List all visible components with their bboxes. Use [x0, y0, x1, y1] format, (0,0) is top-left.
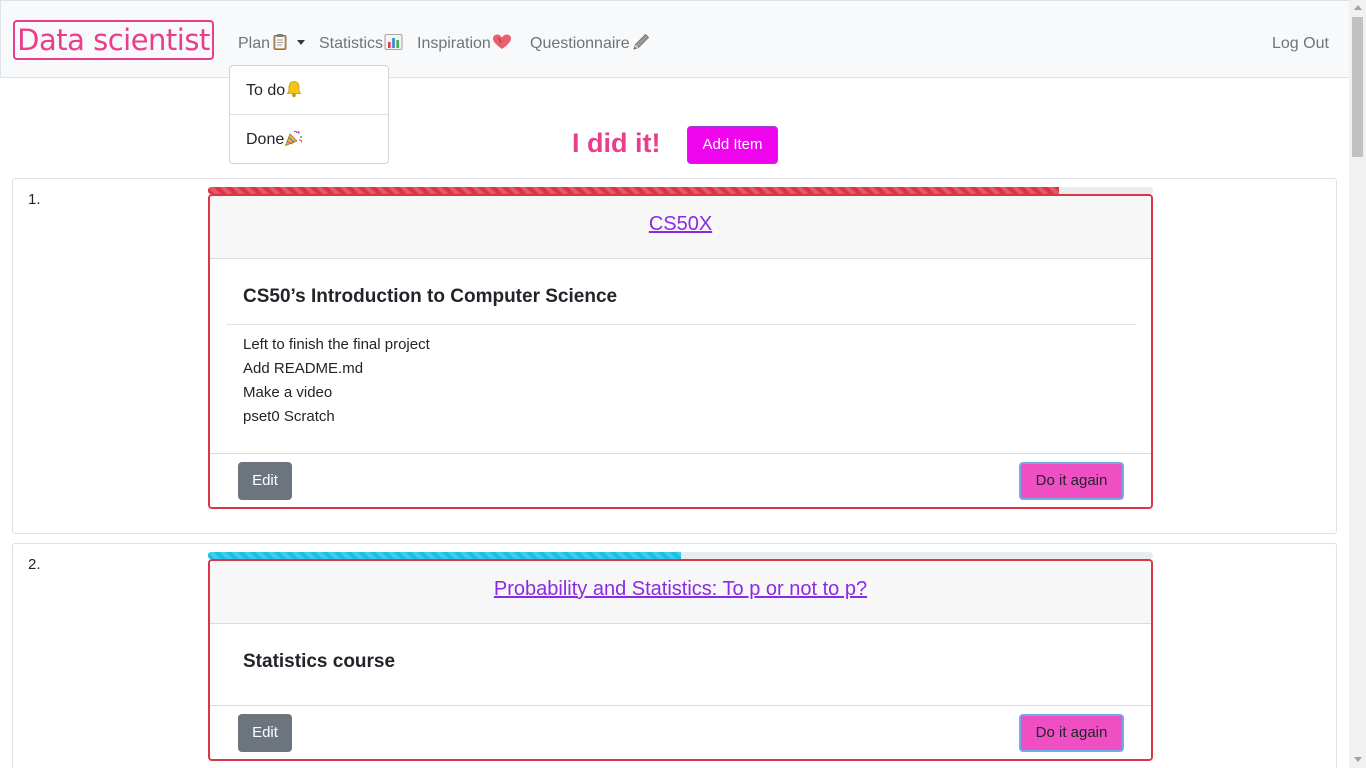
scroll-down-arrow-icon[interactable]: [1354, 757, 1362, 762]
dropdown-item-done[interactable]: Done: [230, 115, 388, 164]
plan-dropdown-menu: To do Done: [229, 65, 389, 164]
add-item-button[interactable]: Add Item: [687, 126, 778, 164]
nav-plan-label: Plan: [238, 35, 271, 52]
page-title: I did it!: [572, 128, 661, 158]
card-note-line: Add README.md: [243, 360, 364, 377]
nav-inspiration-label: Inspiration: [417, 35, 491, 52]
bell-icon: [285, 69, 303, 118]
course-link[interactable]: CS50X: [649, 213, 712, 236]
progress-fill: [208, 187, 1059, 194]
card-header: Probability and Statistics: To p or not …: [210, 561, 1151, 624]
dropdown-item-done-label: Done: [246, 131, 285, 148]
dropdown-item-todo[interactable]: To do: [230, 66, 388, 115]
course-card: Probability and Statistics: To p or not …: [208, 559, 1153, 761]
card-title: CS50’s Introduction to Computer Science: [243, 286, 618, 307]
course-link[interactable]: Probability and Statistics: To p or not …: [494, 578, 867, 601]
bar-chart-icon: [384, 33, 403, 58]
navbar: Data scientist Plan Statistics Inspirati…: [0, 0, 1350, 78]
edit-button[interactable]: Edit: [238, 714, 292, 752]
dropdown-item-todo-label: To do: [246, 82, 286, 99]
progress-bar: [208, 552, 1153, 559]
logout-link[interactable]: Log Out: [1272, 33, 1329, 55]
nav-plan[interactable]: Plan: [238, 33, 306, 58]
list-item-number: 2.: [28, 556, 41, 573]
card-note-line: Left to finish the final project: [243, 336, 430, 353]
chevron-down-icon: [297, 40, 306, 45]
progress-bar: [208, 187, 1153, 194]
card-footer: Edit Do it again: [210, 453, 1151, 507]
card-notes: Left to finish the final project Add REA…: [243, 333, 430, 429]
progress-fill: [208, 552, 681, 559]
card-footer: Edit Do it again: [210, 705, 1151, 759]
party-popper-icon: [284, 118, 304, 167]
nav-questionnaire-label: Questionnaire: [530, 35, 630, 52]
page-scrollbar[interactable]: [1349, 0, 1366, 768]
list-item-number: 1.: [28, 191, 41, 208]
nav-inspiration[interactable]: Inspiration: [417, 33, 512, 58]
card-note-line: Make a video: [243, 384, 333, 401]
card-header: CS50X: [210, 196, 1151, 259]
clipboard-icon: [271, 33, 289, 58]
do-it-again-button[interactable]: Do it again: [1019, 714, 1124, 752]
nav-questionnaire[interactable]: Questionnaire: [530, 33, 651, 58]
course-card: CS50X CS50’s Introduction to Computer Sc…: [208, 194, 1153, 509]
nav-statistics-label: Statistics: [319, 35, 384, 52]
scrollbar-thumb[interactable]: [1352, 17, 1363, 157]
scroll-up-arrow-icon[interactable]: [1354, 5, 1362, 10]
do-it-again-button[interactable]: Do it again: [1019, 462, 1124, 500]
card-note-line: pset0 Scratch: [243, 408, 335, 425]
card-divider: [226, 324, 1136, 325]
heart-icon: [492, 33, 512, 58]
edit-button[interactable]: Edit: [238, 462, 292, 500]
pencil-icon: [631, 33, 651, 58]
nav-statistics[interactable]: Statistics: [319, 33, 403, 58]
brand-logo[interactable]: Data scientist: [13, 20, 214, 60]
card-title: Statistics course: [243, 651, 396, 672]
